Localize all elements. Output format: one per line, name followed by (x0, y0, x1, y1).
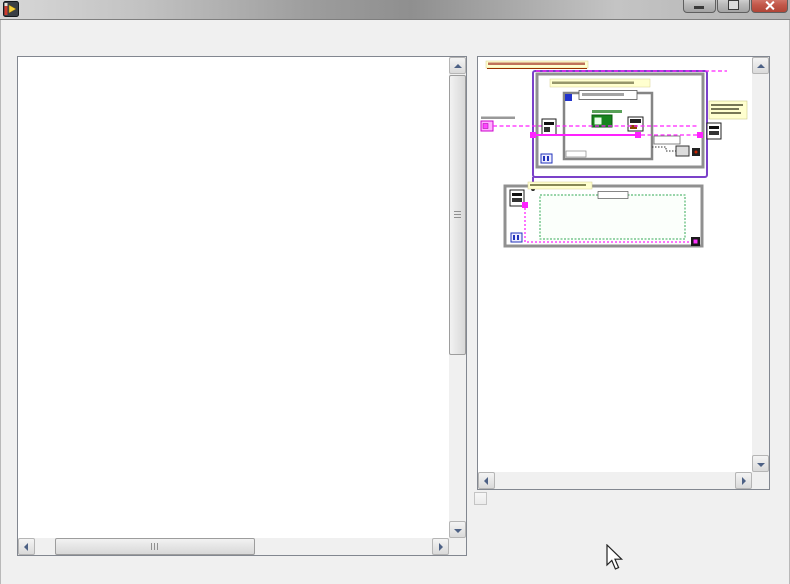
preview-diagram (480, 59, 752, 273)
minimize-icon (694, 6, 704, 9)
close-button[interactable] (751, 0, 788, 13)
description-vertical-scrollbar[interactable] (752, 57, 769, 472)
description-scroll-left-button[interactable] (478, 472, 495, 489)
arrow-down-icon (757, 463, 765, 467)
add-to-project-row (474, 492, 492, 505)
create-new-tree-panel (17, 56, 467, 556)
thumb-grip (151, 543, 159, 550)
arrow-down-icon (454, 529, 462, 533)
description-panel (477, 56, 770, 490)
tree-horizontal-scrollbar[interactable] (18, 538, 449, 555)
close-icon (765, 0, 775, 11)
tree-list (18, 59, 449, 538)
arrow-up-icon (757, 64, 765, 68)
description-horizontal-scrollbar[interactable] (478, 472, 752, 489)
arrow-right-icon (742, 477, 746, 485)
maximize-icon (728, 0, 739, 10)
minimize-button[interactable] (683, 0, 716, 13)
tree-vertical-scrollbar[interactable] (449, 57, 466, 538)
labview-app-icon (3, 1, 19, 17)
arrow-right-icon (439, 543, 443, 551)
description-scroll-down-button[interactable] (752, 455, 769, 472)
arrow-up-icon (454, 64, 462, 68)
description-scroll-up-button[interactable] (752, 57, 769, 74)
scrollbar-corner (449, 538, 466, 555)
add-to-project-checkbox (474, 492, 487, 505)
tree-hscroll-thumb[interactable] (55, 538, 255, 555)
description-scroll-right-button[interactable] (735, 472, 752, 489)
tree-scroll-up-button[interactable] (449, 57, 466, 74)
arrow-left-icon (484, 477, 488, 485)
thumb-grip (454, 211, 461, 219)
mouse-cursor (606, 544, 624, 570)
tree-scroll-left-button[interactable] (18, 538, 35, 555)
tree-scroll-right-button[interactable] (432, 538, 449, 555)
maximize-button[interactable] (717, 0, 750, 13)
titlebar[interactable] (0, 0, 790, 20)
tree-scroll-down-button[interactable] (449, 521, 466, 538)
tree-vscroll-thumb[interactable] (449, 75, 466, 355)
arrow-left-icon (24, 543, 28, 551)
window-controls (683, 0, 788, 13)
scrollbar-corner (752, 472, 769, 489)
